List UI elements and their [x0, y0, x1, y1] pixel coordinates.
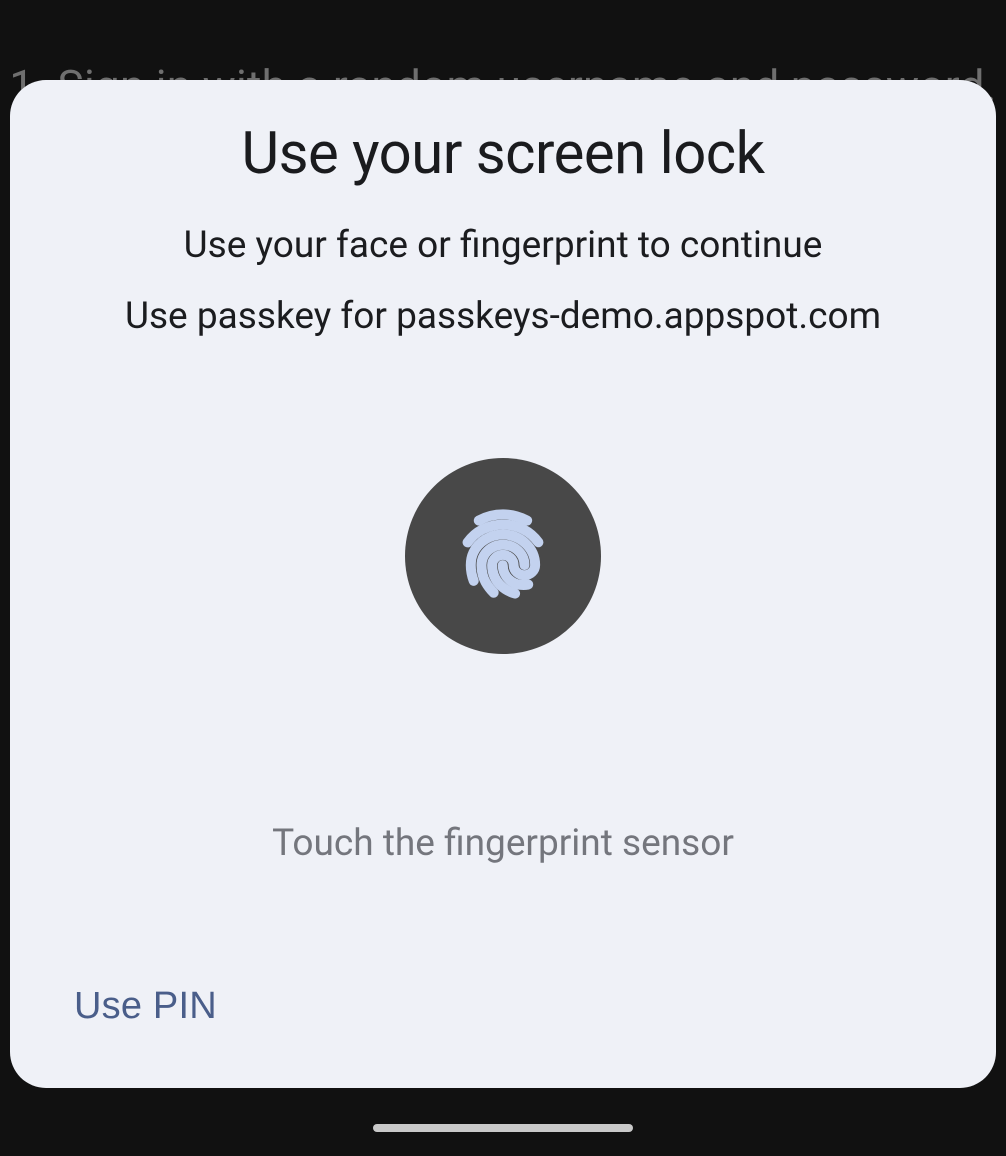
dialog-subtitle: Use your face or fingerprint to continue — [10, 224, 996, 267]
dialog-footer: Use PIN — [10, 985, 996, 1088]
home-indicator[interactable] — [373, 1124, 633, 1132]
dialog-title: Use your screen lock — [10, 120, 996, 188]
fingerprint-instruction: Touch the fingerprint sensor — [10, 822, 996, 865]
passkey-origin-text: Use passkey for passkeys-demo.appspot.co… — [10, 295, 996, 338]
use-pin-button[interactable]: Use PIN — [74, 985, 217, 1028]
fingerprint-icon — [453, 504, 553, 608]
fingerprint-sensor-area[interactable] — [10, 458, 996, 654]
auth-bottom-sheet: Use your screen lock Use your face or fi… — [10, 80, 996, 1088]
fingerprint-circle — [405, 458, 601, 654]
